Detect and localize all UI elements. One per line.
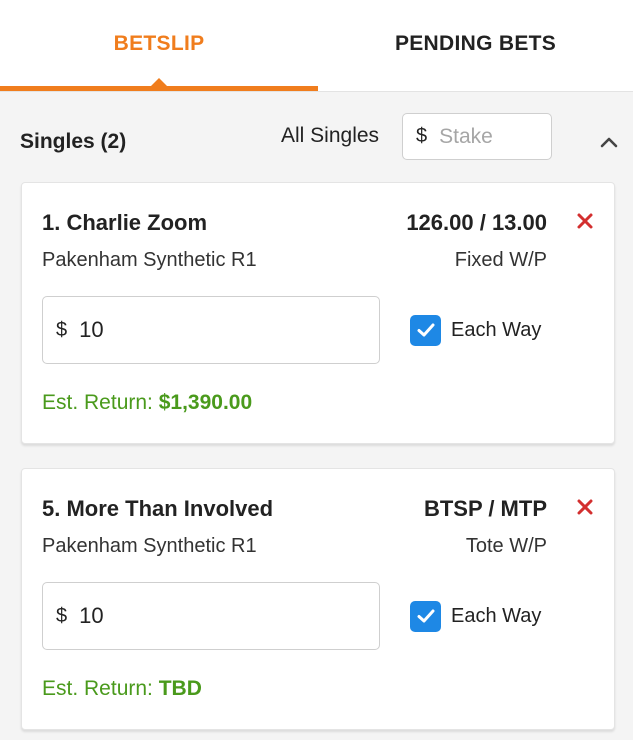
checkmark-icon [417,323,434,337]
each-way-toggle[interactable]: Each Way [410,313,541,347]
each-way-toggle[interactable]: Each Way [410,599,541,633]
betslip-tabs: BETSLIP PENDING BETS [0,0,633,92]
bet-card: 1. Charlie Zoom 126.00 / 13.00 Pakenham … [21,182,615,444]
stake-input[interactable] [79,603,360,629]
estimated-return: Est. Return: $1,390.00 [42,391,252,415]
each-way-checkbox[interactable] [410,600,441,632]
bet-odds: 126.00 / 13.00 [406,210,547,235]
est-return-value: TBD [158,677,202,700]
close-icon[interactable] [576,498,594,516]
bet-odds: BTSP / MTP [423,496,547,521]
close-icon[interactable] [576,212,594,230]
tab-betslip[interactable]: BETSLIP [0,0,318,88]
all-singles-stake-field[interactable]: $ [402,113,552,160]
runner-name: 1. Charlie Zoom [42,210,208,235]
currency-symbol: $ [56,604,68,627]
stake-field[interactable]: $ [42,296,380,364]
race-name: Pakenham Synthetic R1 [42,249,257,271]
estimated-return: Est. Return: TBD [42,677,202,701]
stake-input[interactable] [79,317,360,343]
stake-field[interactable]: $ [42,582,380,650]
checkmark-icon [417,609,434,623]
singles-header: Singles (2) All Singles $ [0,92,633,180]
all-singles-label: All Singles [281,124,380,147]
est-return-label: Est. Return: [42,677,153,700]
chevron-up-icon[interactable] [597,132,621,152]
active-tab-underline [0,86,318,91]
each-way-label: Each Way [451,318,542,341]
runner-name: 5. More Than Involved [42,496,274,521]
bet-type: Tote W/P [465,535,547,557]
tab-pending-bets[interactable]: PENDING BETS [318,0,633,88]
currency-symbol: $ [56,318,68,341]
race-name: Pakenham Synthetic R1 [42,535,257,557]
est-return-value: $1,390.00 [158,391,253,414]
bet-card: 5. More Than Involved BTSP / MTP Pakenha… [21,468,615,730]
each-way-label: Each Way [451,604,542,627]
singles-title: Singles (2) [20,130,127,153]
est-return-label: Est. Return: [42,391,153,414]
all-singles-stake-input[interactable] [439,124,540,149]
bet-type: Fixed W/P [454,249,547,271]
each-way-checkbox[interactable] [410,314,441,346]
currency-symbol: $ [416,125,428,147]
